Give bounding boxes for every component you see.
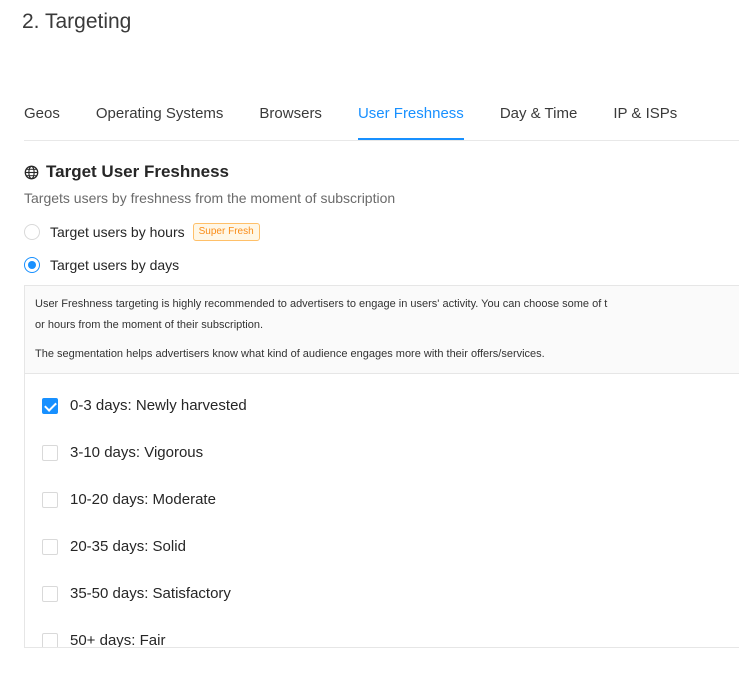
option-label: 20-35 days: Solid <box>70 538 186 555</box>
freshness-options: 0-3 days: Newly harvested 3-10 days: Vig… <box>24 374 739 648</box>
info-line: or hours from the moment of their subscr… <box>35 319 264 331</box>
radio-button[interactable] <box>24 224 40 240</box>
option-label: 0-3 days: Newly harvested <box>70 397 247 414</box>
radio-target-by-hours[interactable]: Target users by hours Super Fresh <box>24 223 260 241</box>
checkbox[interactable] <box>42 444 58 461</box>
info-line: The segmentation helps advertisers know … <box>35 348 545 360</box>
option-10-20-days[interactable]: 10-20 days: Moderate <box>42 491 216 508</box>
checkbox[interactable] <box>42 632 58 647</box>
tab-geos[interactable]: Geos <box>24 104 60 139</box>
globe-icon <box>24 165 39 179</box>
checkbox[interactable] <box>42 538 58 555</box>
tab-ip-isps[interactable]: IP & ISPs <box>613 104 677 139</box>
option-label: 35-50 days: Satisfactory <box>70 585 231 602</box>
radio-button[interactable] <box>24 257 40 273</box>
targeting-tabs: Geos Operating Systems Browsers User Fre… <box>24 104 739 141</box>
super-fresh-badge: Super Fresh <box>192 223 260 241</box>
tab-browsers[interactable]: Browsers <box>259 104 322 139</box>
option-label: 50+ days: Fair <box>70 632 166 648</box>
checkbox[interactable] <box>42 491 58 508</box>
tab-operating-systems[interactable]: Operating Systems <box>96 104 224 139</box>
option-label: 10-20 days: Moderate <box>70 491 216 508</box>
option-3-10-days[interactable]: 3-10 days: Vigorous <box>42 444 203 461</box>
tab-user-freshness[interactable]: User Freshness <box>357 104 464 140</box>
radio-label: Target users by hours <box>50 224 185 240</box>
info-line: User Freshness targeting is highly recom… <box>35 298 608 310</box>
section-title: Target User Freshness <box>24 162 229 182</box>
option-label: 3-10 days: Vigorous <box>70 444 204 461</box>
info-box: User Freshness targeting is highly recom… <box>24 285 739 374</box>
tab-day-time[interactable]: Day & Time <box>500 104 578 139</box>
radio-label: Target users by days <box>50 257 180 273</box>
section-description: Targets users by freshness from the mome… <box>24 190 396 206</box>
page-title: 2. Targeting <box>22 10 132 33</box>
radio-target-by-days[interactable]: Target users by days <box>24 257 179 273</box>
checkbox[interactable] <box>42 397 58 414</box>
checkbox[interactable] <box>42 585 58 602</box>
section-title-text: Target User Freshness <box>46 162 229 181</box>
option-0-3-days[interactable]: 0-3 days: Newly harvested <box>42 397 247 414</box>
option-20-35-days[interactable]: 20-35 days: Solid <box>42 538 186 555</box>
option-35-50-days[interactable]: 35-50 days: Satisfactory <box>42 585 231 602</box>
option-50-plus-days[interactable]: 50+ days: Fair <box>42 632 166 648</box>
